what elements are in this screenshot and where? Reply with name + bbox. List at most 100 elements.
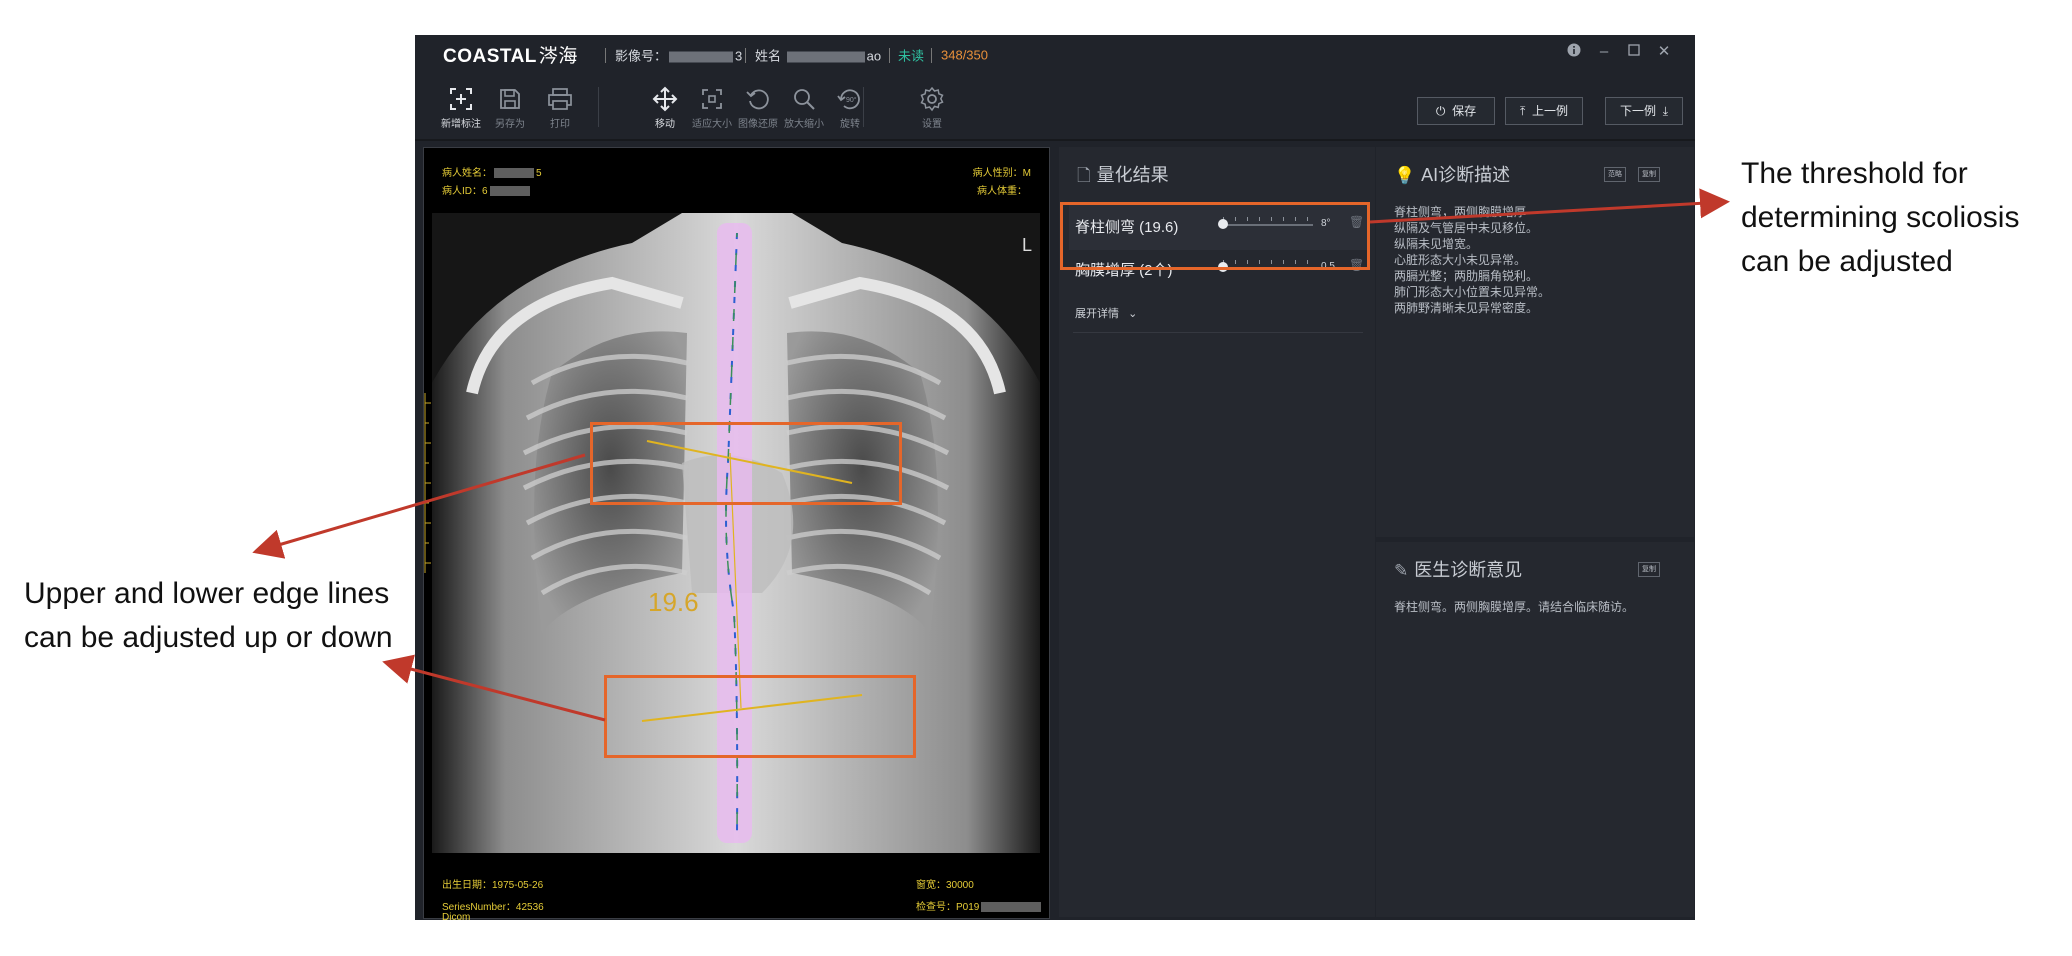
fit-size-icon	[687, 83, 737, 113]
close-icon[interactable]: ✕	[1655, 43, 1673, 61]
doctor-opinion-text[interactable]: 脊柱侧弯。两侧胸膜增厚。请结合临床随访。	[1394, 599, 1634, 615]
title-bar: COASTAL 涔海 影像号： 3 姓名 ao 未读 348/350 – ✕	[415, 35, 1695, 67]
tool-zoom[interactable]: 放大缩小	[779, 83, 829, 130]
lightbulb-icon: 💡	[1394, 166, 1416, 185]
brand-logo: COASTAL 涔海	[443, 41, 578, 68]
tool-rotate[interactable]: 90° 旋转	[825, 83, 875, 130]
save-label: 保存	[1452, 104, 1477, 118]
zoom-icon	[779, 83, 829, 113]
threshold-annotation: The threshold for determining scoliosis …	[1741, 157, 2020, 278]
image-number-value: 3	[735, 48, 743, 64]
save-as-icon	[485, 83, 535, 113]
brand-name: COASTAL	[443, 46, 537, 67]
next-case-button[interactable]: 下一例 ⤓	[1605, 97, 1683, 125]
tool-move[interactable]: 移动	[640, 83, 690, 130]
threshold-callout	[1060, 202, 1370, 270]
tool-restore[interactable]: 图像还原	[733, 83, 783, 130]
tool-label: 设置	[922, 119, 942, 130]
add-annotation-icon	[436, 83, 486, 113]
ai-option-button[interactable]: 范略	[1604, 167, 1626, 182]
doctor-opinion-panel: ✎ 医生诊断意见 复制 脊柱侧弯。两侧胸膜增厚。请结合临床随访。	[1376, 542, 1694, 917]
tool-label: 移动	[655, 119, 675, 130]
toolbar-divider	[598, 87, 599, 127]
upload-icon: ⤒	[1520, 104, 1526, 118]
meta-label: 病人ID：	[442, 186, 482, 197]
next-label: 下一例	[1620, 104, 1657, 118]
toolbar: 新增标注 另存为 打印 移动 适应大小 图像还原 放大缩小 90° 旋转 设置	[415, 83, 1695, 133]
minimize-icon[interactable]: –	[1595, 43, 1613, 61]
divider	[931, 48, 932, 63]
document-icon: 🗋	[1077, 166, 1091, 185]
patient-name-overlay: 病人姓名： 5	[442, 164, 542, 179]
redaction-mask	[786, 51, 865, 63]
patient-weight-overlay: 病人体重：	[977, 186, 1027, 197]
divider	[745, 48, 746, 63]
redaction-mask	[494, 168, 534, 179]
tool-add-annotation[interactable]: 新增标注	[436, 83, 486, 130]
patient-name-label: 姓名	[755, 48, 782, 64]
patient-id-overlay: 病人ID：6	[442, 182, 532, 197]
ai-description: 脊柱侧弯，两侧胸膜增厚 纵隔及气管居中未见移位。 纵隔未见增宽。 心脏形态大小未…	[1394, 205, 1551, 315]
ai-diagnosis-panel: 💡 AI诊断描述 范略 复制 脊柱侧弯，两侧胸膜增厚 纵隔及气管居中未见移位。 纵…	[1376, 147, 1694, 537]
doctor-header: ✎ 医生诊断意见	[1394, 556, 1522, 582]
tool-print[interactable]: 打印	[535, 83, 585, 130]
scoliosis-angle-label: 19.6	[648, 587, 699, 617]
tool-label: 图像还原	[738, 119, 778, 130]
series-number-overlay: SeriesNumber：42536	[442, 902, 544, 913]
patient-name-value: ao	[866, 48, 882, 64]
redaction-mask	[669, 51, 734, 63]
exam-number-overlay: 检查号：P019	[916, 898, 1043, 913]
scale-ruler	[424, 393, 432, 573]
save-button[interactable]: ⏻ 保存	[1417, 97, 1495, 125]
svg-text:90°: 90°	[846, 96, 857, 104]
restore-icon	[733, 83, 783, 113]
birth-date-overlay: 出生日期：1975-05-26	[442, 880, 544, 891]
chevron-down-icon: ⌄	[1128, 308, 1138, 320]
modality-overlay: Dicom	[442, 912, 471, 923]
move-icon	[640, 83, 690, 113]
edge-lines-annotation: Upper and lower edge lines can be adjust…	[24, 577, 393, 654]
patient-name: 姓名 ao	[755, 46, 881, 65]
tool-save-as[interactable]: 另存为	[485, 83, 535, 130]
redaction-mask	[981, 902, 1042, 913]
patient-sex-overlay: 病人性别：M	[972, 168, 1031, 179]
rotate-icon: 90°	[825, 83, 875, 113]
ai-copy-button[interactable]: 复制	[1638, 167, 1660, 182]
meta-value: 5	[536, 168, 542, 179]
lower-edge-callout	[604, 675, 916, 758]
tool-label: 放大缩小	[784, 119, 824, 130]
quant-title: 量化结果	[1096, 165, 1169, 185]
divider	[1073, 332, 1363, 333]
meta-label: 病人姓名：	[442, 168, 492, 179]
tool-label: 打印	[550, 119, 570, 130]
case-progress: 348/350	[941, 47, 988, 63]
prev-case-button[interactable]: ⤒ 上一例	[1505, 97, 1583, 125]
maximize-icon[interactable]	[1625, 43, 1643, 61]
tool-settings[interactable]: 设置	[907, 83, 957, 130]
divider	[605, 48, 606, 63]
upper-edge-callout	[590, 422, 902, 505]
image-viewer[interactable]: 病人姓名： 5 病人ID：6 病人性别：M 病人体重： 19.6 L 出生日期：…	[423, 147, 1050, 923]
expand-details-link[interactable]: 展开详情 ⌄	[1075, 305, 1137, 321]
read-status: 未读	[898, 48, 925, 64]
divider	[889, 48, 890, 63]
tool-fit-size[interactable]: 适应大小	[687, 83, 737, 130]
tool-label: 适应大小	[692, 119, 732, 130]
download-icon: ⤓	[1662, 104, 1668, 118]
settings-icon	[907, 83, 957, 113]
expand-details-label: 展开详情	[1075, 308, 1119, 320]
print-icon	[535, 83, 585, 113]
toolbar-divider	[863, 87, 864, 127]
ai-title: AI诊断描述	[1421, 165, 1511, 185]
image-number: 影像号： 3	[615, 46, 742, 65]
ai-header: 💡 AI诊断描述	[1394, 161, 1510, 187]
brand-name-cn: 涔海	[538, 45, 578, 67]
side-marker: L	[1022, 235, 1032, 255]
doctor-copy-button[interactable]: 复制	[1638, 562, 1660, 577]
tool-label: 旋转	[840, 119, 860, 130]
tool-label: 新增标注	[441, 119, 481, 130]
exam-number-value: 检查号：P019	[916, 902, 980, 913]
pencil-icon: ✎	[1394, 561, 1409, 580]
redaction-mask	[489, 186, 530, 197]
info-icon[interactable]	[1565, 43, 1583, 61]
